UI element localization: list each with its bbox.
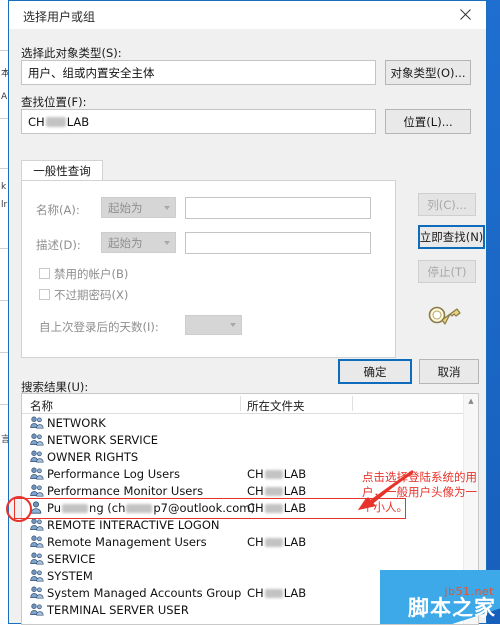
- row-folder: CH LAB: [247, 467, 307, 481]
- column-header-folder: 所在文件夹: [247, 399, 305, 413]
- name-label: 名称(A):: [36, 203, 80, 217]
- row-name: Remote Management Users: [47, 535, 207, 549]
- redaction-blur: [264, 487, 283, 496]
- dialog-body: 选择此对象类型(S): 用户、组或内置安全主体 对象类型(O)... 查找位置(…: [9, 29, 486, 625]
- group-icon: [30, 586, 44, 599]
- object-type-value: 用户、组或内置安全主体: [28, 65, 155, 80]
- group-icon: [30, 569, 44, 582]
- object-types-button[interactable]: 对象类型(O)...: [385, 60, 471, 85]
- non-expiring-password-label: 不过期密码(X): [54, 288, 129, 302]
- row-name: TERMINAL SERVER USER: [47, 603, 189, 617]
- background-blue-band: [487, 0, 500, 624]
- close-icon-glyph: [459, 9, 471, 20]
- bg-divider: [0, 404, 8, 405]
- ok-button[interactable]: 确定: [338, 359, 412, 384]
- group-icon: [30, 603, 44, 616]
- locations-button[interactable]: 位置(L)...: [385, 109, 471, 134]
- name-condition-select[interactable]: 起始为: [101, 197, 176, 218]
- watermark: jb51.net 脚本之家: [380, 570, 500, 624]
- disabled-accounts-checkbox[interactable]: [39, 268, 50, 279]
- row-folder: CH LAB: [247, 586, 307, 600]
- row-name: Performance Monitor Users: [47, 484, 204, 498]
- columns-button[interactable]: 列(C)...: [418, 193, 476, 216]
- select-users-or-groups-dialog: 选择用户或组 选择此对象类型(S): 用户、组或内置安全主体 对象类型(O)..…: [8, 0, 487, 625]
- close-icon[interactable]: [444, 1, 486, 28]
- redaction-blur: [264, 470, 283, 479]
- row-name: REMOTE INTERACTIVE LOGON: [47, 518, 220, 532]
- row-folder: CH LAB: [247, 484, 307, 498]
- results-column-header: 名称 所在文件夹: [22, 394, 478, 414]
- row-name: NETWORK SERVICE: [47, 433, 158, 447]
- chevron-down-icon: [230, 323, 236, 327]
- group-icon: [30, 518, 44, 531]
- table-row[interactable]: OWNER RIGHTS: [22, 448, 478, 465]
- dialog-title: 选择用户或组: [23, 10, 96, 24]
- row-folder: CH LAB: [247, 535, 307, 549]
- chevron-down-icon: [164, 240, 170, 245]
- row-name: NETWORK: [47, 416, 106, 430]
- tab-general-query[interactable]: 一般性查询: [21, 160, 103, 181]
- row-name: SYSTEM: [47, 569, 93, 583]
- table-row[interactable]: NETWORK SERVICE: [22, 431, 478, 448]
- location-field[interactable]: CH LAB: [21, 109, 376, 134]
- bg-divider: [0, 248, 8, 249]
- location-value: CH LAB: [28, 114, 90, 129]
- annotation-ellipse: [6, 496, 32, 522]
- bg-divider: [0, 118, 8, 119]
- chevron-down-icon: [164, 205, 170, 210]
- magnifier-key-icon: [427, 303, 461, 336]
- annotation-text: 点击选择登陆系统的用户，一般用户头像为一个小人。: [362, 470, 477, 514]
- non-expiring-password-checkbox[interactable]: [39, 289, 50, 300]
- bg-fragment-1: A: [1, 92, 8, 102]
- name-condition-value: 起始为: [108, 200, 143, 215]
- find-now-button[interactable]: 立即查找(N): [418, 225, 485, 249]
- column-header-name: 名称: [30, 399, 53, 413]
- description-condition-value: 起始为: [108, 235, 143, 250]
- days-since-logon-label: 自上次登录后的天数(I):: [39, 320, 159, 334]
- table-row[interactable]: SERVICE: [22, 550, 478, 567]
- row-name: OWNER RIGHTS: [47, 450, 139, 464]
- bg-divider: [0, 168, 8, 169]
- redaction-blur: [264, 589, 283, 598]
- bg-divider: [0, 352, 8, 353]
- cancel-button[interactable]: 取消: [419, 359, 479, 384]
- bg-divider: [0, 50, 8, 51]
- table-row[interactable]: Remote Management Users CH LAB: [22, 533, 478, 550]
- redaction-blur: [264, 538, 283, 547]
- dialog-titlebar: 选择用户或组: [9, 1, 486, 30]
- bg-fragment-2: k: [1, 182, 7, 192]
- group-icon: [30, 552, 44, 565]
- stop-button[interactable]: 停止(T): [418, 260, 476, 283]
- row-name: System Managed Accounts Group: [47, 586, 242, 600]
- row-name: Performance Log Users: [47, 467, 180, 481]
- bg-fragment-3: lr: [1, 200, 8, 210]
- group-icon: [30, 433, 44, 446]
- object-type-field[interactable]: 用户、组或内置安全主体: [21, 60, 376, 85]
- name-input[interactable]: [185, 197, 371, 219]
- days-since-logon-select[interactable]: [185, 315, 242, 335]
- column-divider: [352, 396, 353, 411]
- redaction-blur: [45, 117, 66, 127]
- group-icon: [30, 450, 44, 463]
- disabled-accounts-label: 禁用的帐户(B): [54, 267, 129, 281]
- bg-divider: [0, 300, 8, 301]
- object-type-label: 选择此对象类型(S):: [21, 46, 122, 60]
- description-label: 描述(D):: [36, 238, 81, 252]
- column-divider: [240, 396, 241, 411]
- location-label: 查找位置(F):: [21, 95, 87, 109]
- group-icon: [30, 467, 44, 480]
- group-icon: [30, 535, 44, 548]
- description-condition-select[interactable]: 起始为: [101, 232, 176, 253]
- table-row[interactable]: NETWORK: [22, 414, 478, 431]
- chevron-up-icon[interactable]: ▲: [464, 394, 478, 408]
- description-input[interactable]: [185, 232, 371, 254]
- group-icon: [30, 416, 44, 429]
- watermark-name: 脚本之家: [408, 596, 496, 620]
- row-name: SERVICE: [47, 552, 96, 566]
- group-icon: [30, 484, 44, 497]
